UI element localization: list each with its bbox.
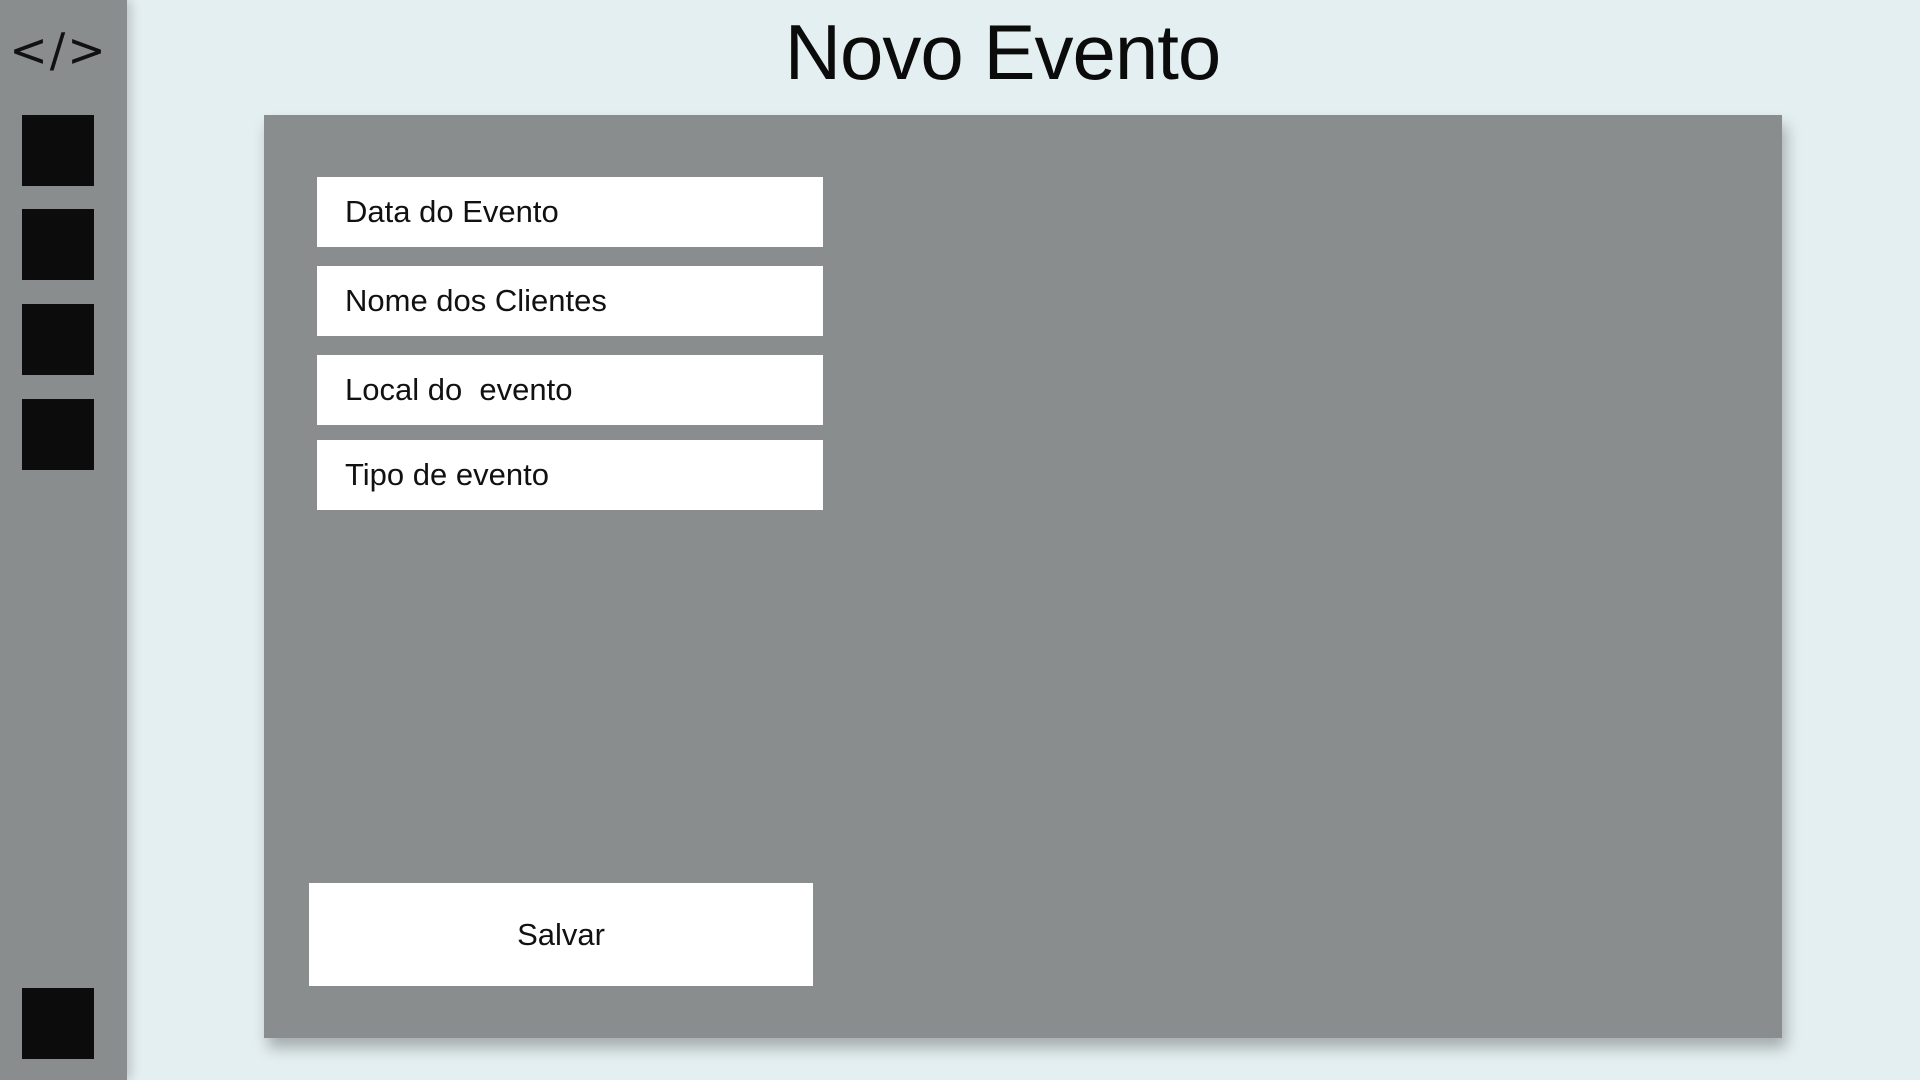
sidebar-item-2[interactable] bbox=[22, 209, 94, 280]
event-type-field[interactable] bbox=[317, 440, 823, 510]
page-title: Novo Evento bbox=[784, 8, 1222, 96]
event-form-panel: Salvar bbox=[264, 115, 1782, 1038]
code-icon[interactable]: </> bbox=[0, 20, 117, 80]
sidebar-item-4[interactable] bbox=[22, 399, 94, 470]
sidebar-item-1[interactable] bbox=[22, 115, 94, 186]
sidebar-item-3[interactable] bbox=[22, 304, 94, 375]
event-location-field[interactable] bbox=[317, 355, 823, 425]
event-date-field[interactable] bbox=[317, 177, 823, 247]
sidebar-item-bottom[interactable] bbox=[22, 988, 94, 1059]
client-names-field[interactable] bbox=[317, 266, 823, 336]
save-button[interactable]: Salvar bbox=[309, 883, 813, 986]
sidebar: </> bbox=[0, 0, 127, 1080]
